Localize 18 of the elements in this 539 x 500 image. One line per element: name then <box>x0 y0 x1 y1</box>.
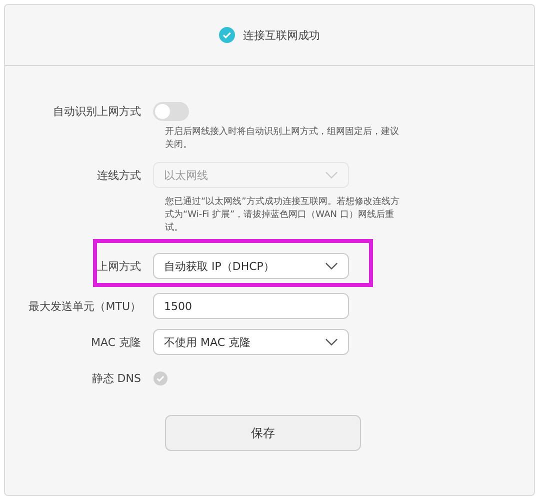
chevron-down-icon <box>325 338 338 346</box>
hint-text: 您已通过“以太网线”方式成功连接互联网。若想修改连线方式为“Wi-Fi 扩展”，请拔掉蓝色网口（WAN 口）网线后重试。 <box>165 196 400 235</box>
field-label: 连线方式 <box>96 168 142 182</box>
toggle-switch[interactable] <box>153 102 189 120</box>
field-label: 上网方式 <box>96 258 142 274</box>
field-label: 自动识别上网方式 <box>52 104 142 118</box>
field-label: 静态 DNS <box>90 370 142 386</box>
field-label: 最大发送单元（MTU） <box>28 298 142 314</box>
check-circle-icon <box>219 27 235 43</box>
save-button[interactable]: 保存 <box>165 415 361 451</box>
hint-text: 开启后网线接入时将自动识别上网方式，组网固定后，建议关闭。 <box>165 126 400 152</box>
chevron-down-icon <box>325 262 338 270</box>
status-text: 连接互联网成功 <box>243 28 320 42</box>
field-label: MAC 克隆 <box>90 334 142 350</box>
input-field[interactable]: 1500 <box>153 293 349 319</box>
dropdown-field[interactable]: 不使用 MAC 克隆 <box>153 329 349 355</box>
chevron-down-icon <box>325 171 338 179</box>
dropdown-field[interactable]: 自动获取 IP（DHCP） <box>153 253 349 279</box>
